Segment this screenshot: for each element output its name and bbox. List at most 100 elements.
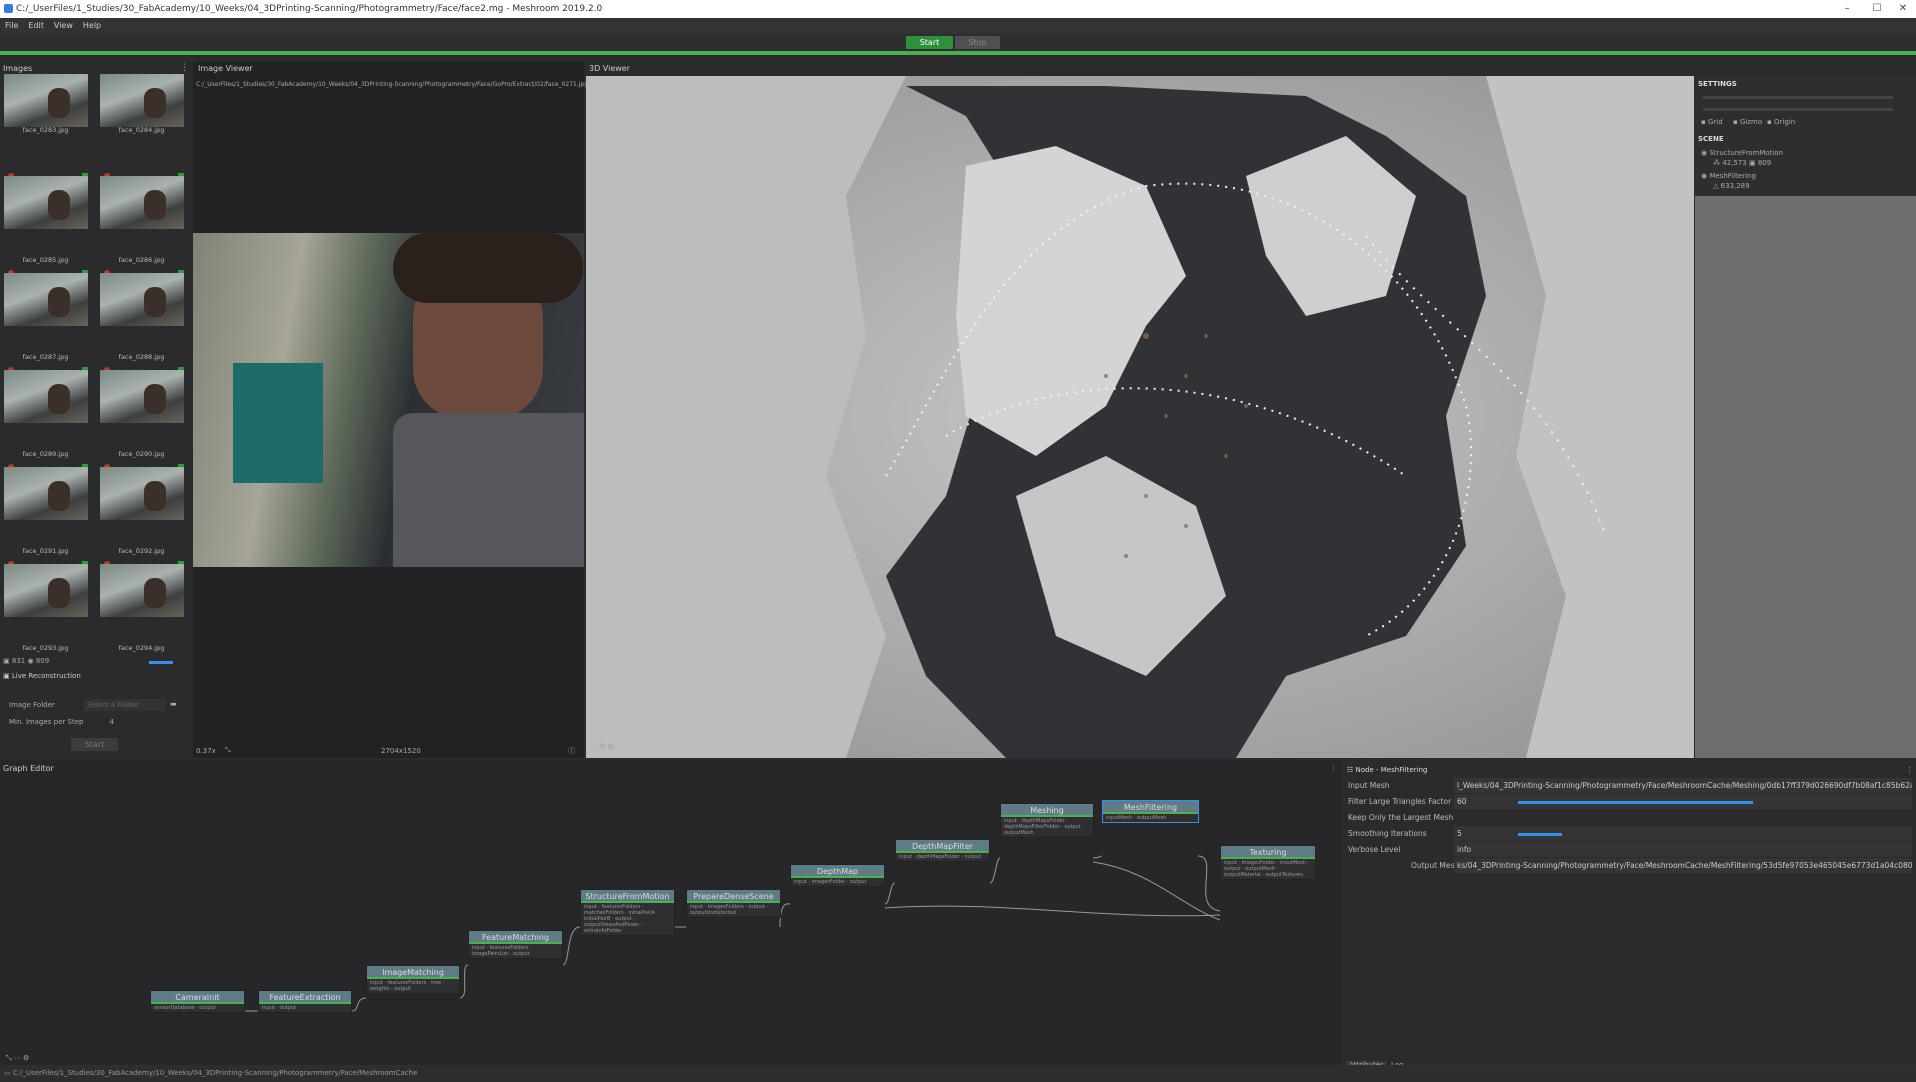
graph-node[interactable]: StructureFromMotion input · featuresFolde… bbox=[580, 889, 675, 936]
graph-node[interactable]: PrepareDenseScene input · imagesFolders ·… bbox=[686, 889, 781, 918]
node-icon: ☷ bbox=[1347, 766, 1354, 774]
graph-node[interactable]: Texturing input · imagesFolder · inputMes… bbox=[1220, 845, 1316, 880]
fit-icon[interactable]: ⤡ bbox=[225, 746, 231, 755]
graph-node[interactable]: FeatureExtraction input · output bbox=[258, 990, 352, 1013]
minimize-button[interactable]: – bbox=[1834, 0, 1860, 18]
progress-bar bbox=[0, 51, 1916, 55]
thumbnail-image bbox=[4, 467, 88, 520]
image-thumbnail[interactable]: face_0291.jpg bbox=[2, 464, 89, 557]
graph-toolbar-icons[interactable]: ⤡ ⋯ ⚙ bbox=[6, 1054, 29, 1063]
menu-help[interactable]: Help bbox=[78, 18, 106, 34]
window-title: C:/_UserFiles/1_Studies/30_FabAcademy/10… bbox=[16, 4, 603, 14]
viewer3d-settings-panel: SETTINGS ▪ Grid ▪ Gizmo ▪ Origin SCENE ◉… bbox=[1695, 76, 1916, 758]
folder-icon[interactable]: ▬ bbox=[170, 700, 177, 708]
graph-node[interactable]: Meshing input · depthMapsFolder · depthMa… bbox=[1000, 803, 1094, 838]
thumbnail-image bbox=[100, 467, 184, 520]
image-count: 831 bbox=[11, 657, 26, 665]
graph-node[interactable]: FeatureMatching input · featuresFolders ·… bbox=[468, 930, 563, 959]
min-images-label: Min. Images per Step bbox=[9, 718, 84, 726]
live-reconstruction-toggle[interactable]: ▣ Live Reconstruction bbox=[3, 672, 81, 680]
attribute-label: Input Mesh bbox=[1348, 781, 1390, 790]
gizmo-toggle[interactable]: ▪ Gizmo bbox=[1733, 118, 1762, 126]
graph-node[interactable]: DepthMap input · imagesFolder · output bbox=[790, 864, 885, 887]
graph-node[interactable]: CameraInit sensorDatabase · output bbox=[150, 990, 245, 1013]
min-images-stepper[interactable]: 4 bbox=[96, 716, 114, 728]
thumbnail-label: face_0288.jpg bbox=[118, 353, 165, 361]
image-thumbnail[interactable]: face_0283.jpg bbox=[2, 74, 89, 169]
attribute-row: Input Mesh l_Weeks/04_3DPrinting-Scanning… bbox=[1346, 778, 1914, 793]
graph-node[interactable]: MeshFiltering inputMesh · outputMesh bbox=[1102, 800, 1199, 823]
shirt-shape bbox=[393, 413, 584, 567]
start-button[interactable]: Start bbox=[906, 36, 953, 49]
cache-path: C:/_UserFiles/1_Studies/30_FabAcademy/10… bbox=[12, 1069, 418, 1077]
node-ports: input · imagesFolder · output bbox=[794, 879, 867, 885]
image-thumbnail[interactable]: face_0285.jpg bbox=[2, 173, 89, 266]
graph-node[interactable]: DepthMapFilter input · depthMapsFolder · … bbox=[895, 839, 990, 862]
thumbnail-image bbox=[4, 176, 88, 229]
attribute-row: Verbose Level info bbox=[1346, 842, 1914, 857]
graph-node[interactable]: ImageMatching input · featuresFolders · t… bbox=[366, 965, 460, 994]
live-start-button[interactable]: Start bbox=[71, 738, 118, 751]
grid-toggle[interactable]: ▪ Grid bbox=[1701, 118, 1723, 126]
image-thumbnail[interactable]: face_0292.jpg bbox=[98, 464, 185, 557]
live-reconstruction-label: Live Reconstruction bbox=[11, 672, 81, 680]
viewer3d-canvas[interactable] bbox=[586, 76, 1694, 758]
view-mode-icons[interactable]: ▢ ▦ ▩ bbox=[590, 742, 614, 750]
attribute-label: Verbose Level bbox=[1348, 845, 1401, 854]
node-ports: input · imagesFolder · inputMesh · outpu… bbox=[1224, 860, 1310, 878]
attribute-label: Smoothing Iterations bbox=[1348, 829, 1427, 838]
scene-item-mesh[interactable]: ◉ MeshFiltering bbox=[1701, 172, 1756, 180]
image-thumbnail[interactable]: face_0293.jpg bbox=[2, 561, 89, 654]
title-bar: C:/_UserFiles/1_Studies/30_FabAcademy/10… bbox=[0, 0, 1916, 18]
stop-button[interactable]: Stop bbox=[955, 36, 1000, 49]
mesh-render bbox=[586, 76, 1694, 758]
eye-icon[interactable]: ◉ bbox=[1701, 172, 1707, 180]
image-thumbnail[interactable]: face_0294.jpg bbox=[98, 561, 185, 654]
node-ports: input · imagesFolders · output · outputU… bbox=[690, 904, 769, 916]
thumbnail-label: face_0293.jpg bbox=[22, 644, 69, 652]
close-button[interactable]: ✕ bbox=[1890, 0, 1916, 18]
image-viewer-title: Image Viewer bbox=[198, 64, 253, 73]
image-count-icon: ▣ bbox=[3, 657, 10, 665]
node-title: PrepareDenseScene bbox=[687, 890, 780, 903]
image-thumbnail[interactable]: face_0290.jpg bbox=[98, 367, 185, 460]
thumbnail-label: face_0285.jpg bbox=[22, 256, 69, 264]
meshroom-logo-icon bbox=[4, 4, 13, 13]
image-thumbnail[interactable]: face_0286.jpg bbox=[98, 173, 185, 266]
menu-file[interactable]: File bbox=[0, 18, 23, 34]
origin-label: Origin bbox=[1773, 118, 1796, 126]
thumbnail-image bbox=[4, 273, 88, 326]
status-bar: ▭ C:/_UserFiles/1_Studies/30_FabAcademy/… bbox=[0, 1065, 1916, 1082]
node-ports: input · depthMapsFolder · depthMapsFilte… bbox=[1004, 818, 1084, 836]
filter-factor-slider[interactable] bbox=[1518, 801, 1753, 804]
node-menu-icon[interactable]: ⋮ bbox=[1906, 766, 1913, 774]
live-checkbox-icon: ▣ bbox=[3, 672, 10, 680]
maximize-button[interactable]: ☐ bbox=[1864, 0, 1890, 18]
origin-toggle[interactable]: ▪ Origin bbox=[1767, 118, 1795, 126]
attribute-value[interactable]: info bbox=[1454, 842, 1912, 857]
image-folder-input[interactable]: Select a Folder bbox=[84, 699, 166, 711]
image-thumbnail[interactable]: face_0289.jpg bbox=[2, 367, 89, 460]
node-panel-title: ☷ Node - MeshFiltering bbox=[1347, 766, 1427, 774]
menu-view[interactable]: View bbox=[49, 18, 78, 34]
thumbnail-size-slider[interactable] bbox=[149, 661, 173, 664]
image-thumbnail[interactable]: face_0284.jpg bbox=[98, 74, 185, 169]
graph-editor[interactable]: Graph Editor ⋮ CameraInit sensorDatabase … bbox=[0, 760, 1342, 1065]
scene-item-sfm[interactable]: ◉ StructureFromMotion bbox=[1701, 149, 1783, 157]
node-ports: input · featuresFolders · matchesFolders… bbox=[584, 904, 658, 934]
attribute-value[interactable]: ks/04_3DPrinting-Scanning/Photogrammetry… bbox=[1454, 858, 1912, 873]
image-thumbnail[interactable]: face_0288.jpg bbox=[98, 270, 185, 363]
images-menu-icon[interactable]: ⋮ bbox=[180, 63, 189, 73]
attribute-label: Filter Large Triangles Factor bbox=[1348, 797, 1452, 806]
smoothing-slider[interactable] bbox=[1518, 833, 1562, 836]
node-ports: input · depthMapsFolder · output bbox=[899, 854, 982, 860]
node-title: Node - MeshFiltering bbox=[1355, 766, 1428, 774]
image-thumbnail[interactable]: face_0287.jpg bbox=[2, 270, 89, 363]
thumbnail-label: face_0291.jpg bbox=[22, 547, 69, 555]
menu-edit[interactable]: Edit bbox=[23, 18, 49, 34]
eye-icon[interactable]: ◉ bbox=[1701, 149, 1707, 157]
sfm-cameras: 809 bbox=[1757, 159, 1772, 167]
info-icon[interactable]: ⓘ bbox=[568, 746, 575, 756]
attribute-value[interactable]: l_Weeks/04_3DPrinting-Scanning/Photogram… bbox=[1454, 778, 1912, 793]
attribute-label: Keep Only the Largest Mesh bbox=[1348, 813, 1454, 822]
